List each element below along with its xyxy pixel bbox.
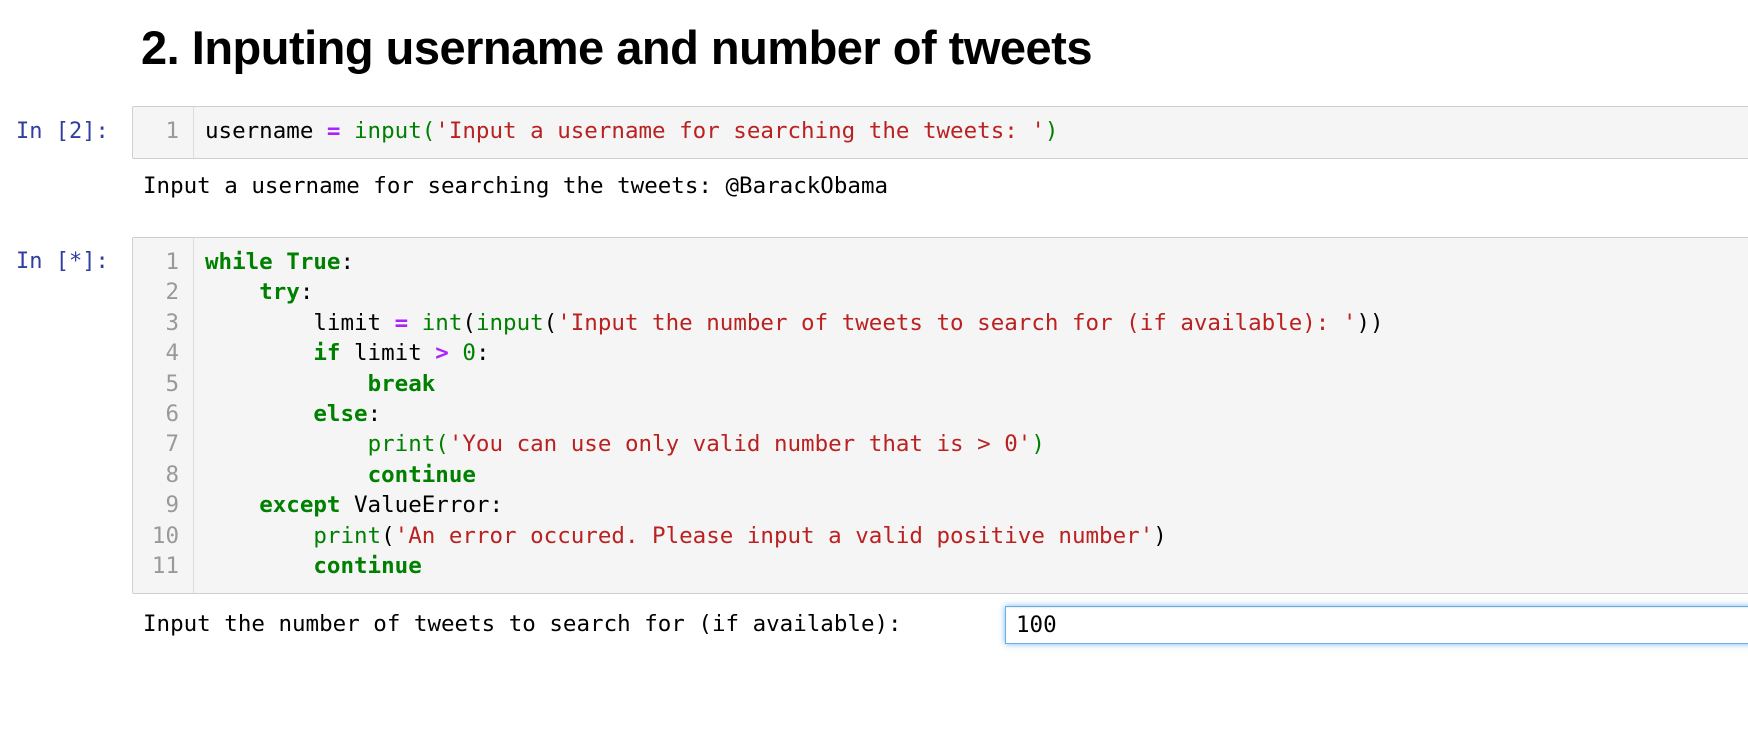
code-token: else — [313, 401, 368, 427]
line-number: 6 — [165, 401, 179, 427]
line-number: 1 — [165, 118, 179, 144]
code-token: print — [367, 431, 436, 458]
code-token: limit — [340, 340, 436, 367]
code-line: 1 while True: — [133, 249, 1748, 279]
code-token: input — [354, 118, 422, 144]
code-token: try — [259, 279, 300, 306]
code-text: break — [205, 370, 436, 397]
line-number: 3 — [165, 309, 179, 336]
code-cell-2[interactable]: 1 while True: 2 try: 3 limit = int(input('I… — [132, 237, 1748, 594]
line-number: 1 — [165, 249, 179, 275]
code-token: except — [259, 492, 341, 519]
code-line: 6 else: — [133, 401, 1748, 431]
cell-1-output: Input a username for searching the tweet… — [143, 173, 889, 199]
code-token: if — [313, 340, 341, 367]
code-token: 'An error occured. Please input a valid … — [394, 522, 1154, 549]
cell-2-prompt: In [*]: — [16, 249, 109, 274]
code-text: limit = int(input('Input the number of t… — [205, 309, 1384, 336]
code-text: try: — [205, 279, 313, 305]
line-number: 5 — [165, 370, 179, 397]
code-line: 9 except ValueError: — [133, 492, 1748, 522]
code-token: ( — [543, 309, 558, 336]
code-token: continue — [367, 461, 476, 488]
code-text: except ValueError: — [205, 492, 503, 518]
code-token: ( — [381, 522, 395, 549]
code-text: continue — [205, 553, 422, 579]
code-token: ValueError: — [340, 492, 504, 519]
line-number: 10 — [151, 522, 179, 549]
code-line: 7 print('You can use only valid number t… — [133, 431, 1748, 461]
code-token: > — [435, 340, 449, 367]
line-number: 4 — [165, 340, 179, 367]
code-token: continue — [313, 553, 422, 579]
section-heading: 2. Inputing username and number of tweet… — [141, 21, 1092, 74]
code-token: limit — [205, 309, 395, 336]
code-line: 1 username = input('Input a username for … — [133, 118, 1748, 148]
code-text: print('An error occured. Please input a … — [205, 522, 1167, 549]
code-line: 3 limit = int(input('Input the number of… — [133, 310, 1748, 340]
tweet-count-input[interactable] — [1005, 606, 1748, 644]
code-line: 4 if limit > 0: — [133, 340, 1748, 370]
code-text: if limit > 0: — [205, 340, 489, 366]
code-token: True — [286, 249, 341, 275]
code-token: ( — [421, 118, 436, 144]
code-token: 'You can use only valid number that is >… — [448, 431, 1032, 458]
code-token: ) — [1044, 118, 1059, 144]
code-token: = — [326, 118, 341, 144]
code-token: 'Input a username for searching the twee… — [435, 118, 1045, 144]
code-text: while True: — [205, 249, 354, 275]
code-text: else: — [205, 401, 381, 427]
line-number: 7 — [165, 431, 179, 458]
code-token: : — [299, 279, 314, 306]
line-number: 9 — [165, 492, 179, 519]
line-number: 2 — [165, 279, 179, 306]
code-token: : — [340, 249, 355, 275]
cell-1-prompt: In [2]: — [16, 119, 109, 144]
code-token: 0 — [462, 340, 476, 367]
code-token: username — [205, 118, 327, 144]
code-token: int — [421, 309, 463, 336]
code-line: 10 print('An error occured. Please input… — [133, 523, 1748, 553]
code-cell-1[interactable]: 1 username = input('Input a username for … — [132, 106, 1748, 159]
code-token: ( — [435, 431, 449, 458]
code-text: username = input('Input a username for s… — [205, 118, 1058, 144]
code-token: )) — [1356, 309, 1384, 336]
line-number: 8 — [165, 461, 179, 488]
code-token: 'Input the number of tweets to search fo… — [557, 309, 1357, 336]
code-line: 8 continue — [133, 462, 1748, 492]
code-token: ) — [1031, 431, 1045, 458]
code-token: print — [313, 522, 382, 549]
code-line: 5 break — [133, 371, 1748, 401]
cell-2-input-prompt: Input the number of tweets to search for… — [143, 611, 916, 637]
code-token: : — [367, 401, 382, 427]
code-token: while — [205, 249, 273, 275]
code-text: print('You can use only valid number tha… — [205, 431, 1045, 457]
code-token: ) — [1153, 522, 1167, 549]
code-token: break — [367, 370, 436, 397]
code-token: = — [394, 309, 409, 336]
code-line: 11 continue — [133, 553, 1748, 583]
line-number: 11 — [151, 553, 179, 579]
code-line: 2 try: — [133, 279, 1748, 309]
code-text: continue — [205, 462, 476, 488]
code-token: input — [475, 309, 544, 336]
code-token: : — [475, 340, 490, 367]
code-token: ( — [462, 309, 476, 336]
